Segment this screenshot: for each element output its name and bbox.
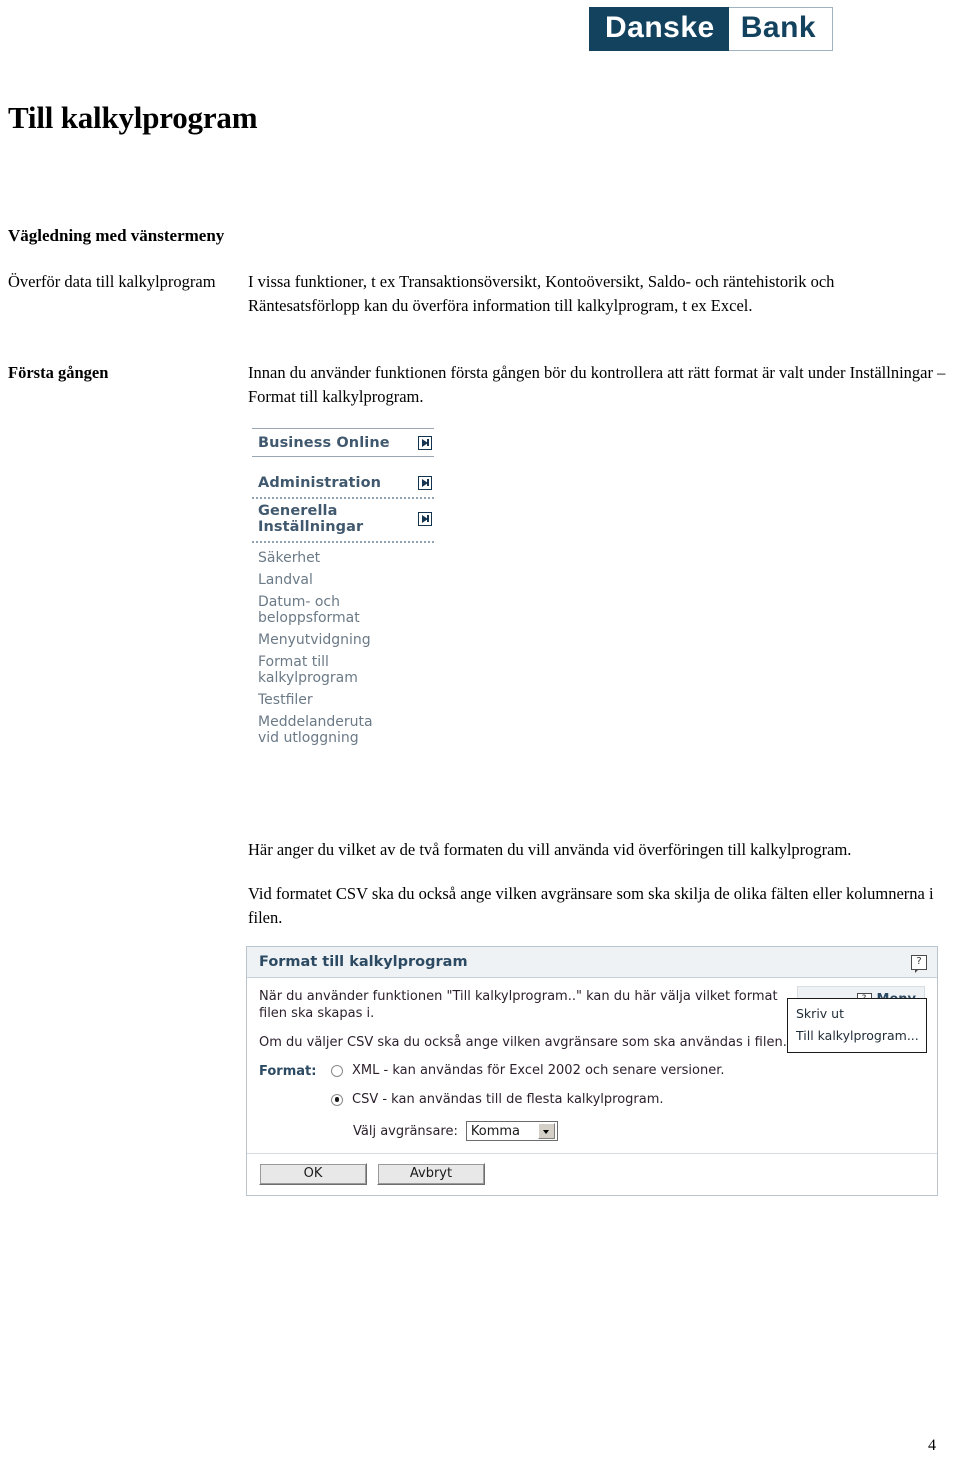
cancel-button[interactable]: Avbryt (377, 1163, 485, 1185)
row-body-first-time: Innan du använder funktionen första gång… (248, 363, 946, 406)
menu-item-testfiler[interactable]: Testfiler (258, 692, 434, 708)
dialog-body: ? Meny Skriv ut Till kalkylprogram... Nä… (247, 978, 937, 1154)
delimiter-select-value: Komma (470, 1123, 520, 1139)
menu-header-generella-installningar-label: Generella Inställningar (258, 503, 364, 535)
format-options-group: Format: XML - kan användas för Excel 200… (259, 1063, 925, 1147)
popup-menu: Skriv ut Till kalkylprogram... (787, 998, 927, 1053)
format-label: Format: (259, 1064, 317, 1079)
menu-item-meddelanderuta-vid-utloggning[interactable]: Meddelanderuta vid utloggning (258, 714, 434, 746)
content-row-transfer-data: Överför data till kalkylprogram I vissa … (0, 270, 960, 317)
danske-bank-logo: Danske Bank (589, 7, 834, 51)
menu-header-generella-installningar[interactable]: Generella Inställningar (252, 501, 434, 538)
menu-spacer (252, 457, 434, 473)
content-row-first-time: Första gången Innan du använder funktion… (0, 361, 960, 408)
menu-item-format-till-kalkylprogram[interactable]: Format till kalkylprogram (258, 654, 434, 686)
arrow-right-icon (418, 476, 432, 490)
chevron-down-icon[interactable] (538, 1123, 556, 1139)
menu-item-list: Säkerhet Landval Datum- och beloppsforma… (252, 545, 434, 746)
arrow-right-icon (418, 436, 432, 450)
radio-option-xml-label: XML - kan användas för Excel 2002 och se… (352, 1063, 725, 1078)
paragraph-har-anger: Här anger du vilket av de två formaten d… (248, 840, 852, 859)
dialog-paragraph-1: När du använder funktionen "Till kalkylp… (259, 989, 778, 1021)
menu-item-menyutvidgning[interactable]: Menyutvidgning (258, 632, 434, 648)
radio-option-csv[interactable]: CSV - kan användas till de flesta kalkyl… (331, 1092, 925, 1107)
menu-top-divider (252, 428, 434, 429)
dialog-title-bar: Format till kalkylprogram ? (247, 947, 937, 978)
radio-csv-icon[interactable] (331, 1093, 343, 1106)
paragraph-vid-formatet-csv: Vid formatet CSV ska du också ange vilke… (248, 884, 934, 927)
delimiter-label: Välj avgränsare: (353, 1123, 458, 1139)
row-label-first-time: Första gången (8, 363, 109, 382)
section-heading: Vägledning med vänstermeny (8, 226, 225, 245)
menu-header-administration-label: Administration (258, 475, 382, 491)
radio-option-csv-label: CSV - kan användas till de flesta kalkyl… (352, 1092, 664, 1107)
menu-header-business-online[interactable]: Business Online (252, 433, 434, 454)
menu-item-landval[interactable]: Landval (258, 572, 434, 588)
menu-header-administration[interactable]: Administration (252, 473, 434, 494)
page-title: Till kalkylprogram (8, 100, 258, 135)
menu-divider-2 (252, 497, 434, 499)
row-label-transfer-data: Överför data till kalkylprogram (8, 272, 216, 291)
logo-danske-text: Danske (589, 7, 729, 51)
delimiter-row: Välj avgränsare: Komma (353, 1121, 925, 1141)
menu-item-sakerhet[interactable]: Säkerhet (258, 550, 434, 566)
menu-divider-3 (252, 541, 434, 543)
format-option-list: XML - kan användas för Excel 2002 och se… (331, 1063, 925, 1147)
popup-item-skriv-ut[interactable]: Skriv ut (788, 1003, 926, 1025)
menu-header-business-online-label: Business Online (258, 435, 390, 451)
popup-item-till-kalkylprogram[interactable]: Till kalkylprogram... (788, 1025, 926, 1047)
menu-item-datum-och-beloppsformat[interactable]: Datum- och beloppsformat (258, 594, 434, 626)
dialog-footer: OK Avbryt (247, 1154, 937, 1195)
dialog-paragraph-2: Om du väljer CSV ska du också ange vilke… (259, 1035, 787, 1050)
arrow-right-icon (418, 512, 432, 526)
logo-bank-text: Bank (728, 7, 834, 51)
dialog-title: Format till kalkylprogram (259, 954, 468, 970)
row-body-transfer-data: I vissa funktioner, t ex Transaktionsöve… (248, 272, 835, 315)
ok-button[interactable]: OK (259, 1163, 367, 1185)
radio-xml-icon[interactable] (331, 1064, 343, 1077)
left-menu-screenshot: Business Online Administration Generella… (252, 428, 434, 752)
radio-option-xml[interactable]: XML - kan användas för Excel 2002 och se… (331, 1063, 925, 1078)
delimiter-select[interactable]: Komma (465, 1121, 558, 1141)
format-dialog-screenshot: Format till kalkylprogram ? ? Meny Skriv… (246, 946, 938, 1196)
help-icon[interactable]: ? (911, 954, 927, 973)
page-number: 4 (928, 1437, 936, 1454)
